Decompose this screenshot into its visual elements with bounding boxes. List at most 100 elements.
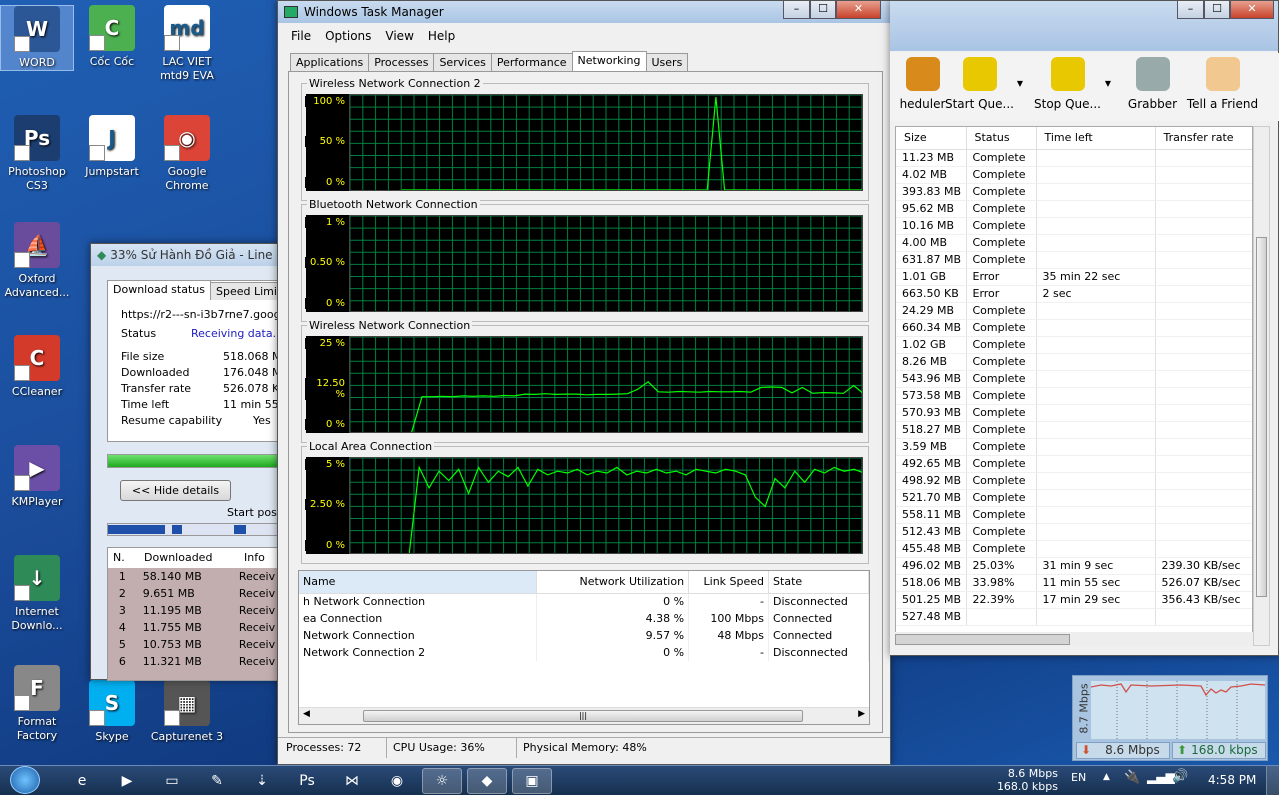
- vertical-scrollbar[interactable]: [1253, 126, 1270, 646]
- desktop-icon[interactable]: C Cốc Cốc: [75, 5, 149, 69]
- download-row[interactable]: 660.34 MB Complete: [896, 319, 1252, 337]
- taskbar-paint-icon[interactable]: ✎: [197, 768, 237, 794]
- language-indicator[interactable]: EN: [1071, 771, 1086, 784]
- download-row[interactable]: 663.50 KB Error 2 sec: [896, 285, 1252, 303]
- taskbar-ie-icon[interactable]: e: [62, 768, 102, 794]
- download-row[interactable]: 496.02 MB 25.03% 31 min 9 sec 239.30 KB/sec: [896, 557, 1252, 575]
- desktop-icon[interactable]: ▦ Capturenet 3: [150, 680, 224, 744]
- column-header[interactable]: Status: [966, 127, 1037, 150]
- volume-icon[interactable]: 🔊: [1172, 769, 1188, 784]
- download-row[interactable]: 512.43 MB Complete: [896, 523, 1252, 541]
- idm-maximize-button[interactable]: ☐: [1204, 1, 1230, 19]
- desktop-icon[interactable]: ⛵ Oxford Advanced...: [0, 222, 74, 300]
- desktop-icon[interactable]: W WORD: [0, 5, 74, 71]
- taskbar-coccoc-icon[interactable]: ☼: [422, 768, 462, 794]
- desktop-icon[interactable]: md LAC VIET mtd9 EVA: [150, 5, 224, 83]
- idm-close-button[interactable]: ✕: [1230, 1, 1274, 19]
- show-hidden-icons[interactable]: ▲: [1103, 772, 1110, 782]
- menu-view[interactable]: View: [385, 29, 413, 43]
- tab-download-status[interactable]: Download status: [107, 280, 211, 300]
- power-icon[interactable]: 🔌: [1124, 770, 1140, 785]
- download-row[interactable]: 521.70 MB Complete: [896, 489, 1252, 507]
- column-header[interactable]: Size: [896, 127, 967, 150]
- desktop-icon[interactable]: ◉ Google Chrome: [150, 115, 224, 193]
- download-row[interactable]: 543.96 MB Complete: [896, 370, 1252, 388]
- col-n[interactable]: N.: [108, 548, 138, 568]
- taskbar-idm-active-icon[interactable]: ◆: [467, 768, 507, 794]
- download-row[interactable]: 4.00 MB Complete: [896, 234, 1252, 252]
- connection-row[interactable]: 5 10.753 MB Receiv: [108, 636, 281, 653]
- dropdown-arrow-icon[interactable]: ▼: [1017, 79, 1023, 88]
- download-row[interactable]: 95.62 MB Complete: [896, 200, 1252, 218]
- desktop-icon[interactable]: J Jumpstart: [75, 115, 149, 179]
- download-row[interactable]: 10.16 MB Complete: [896, 217, 1252, 235]
- column-header[interactable]: Network Utilization: [536, 571, 690, 594]
- desktop-icon[interactable]: S Skype: [75, 680, 149, 744]
- col-downloaded[interactable]: Downloaded: [138, 548, 238, 568]
- show-desktop-button[interactable]: [1266, 766, 1279, 795]
- connection-row[interactable]: 2 9.651 MB Receiv: [108, 585, 281, 602]
- download-row[interactable]: 631.87 MB Complete: [896, 251, 1252, 269]
- connection-row[interactable]: 4 11.755 MB Receiv: [108, 619, 281, 636]
- close-button[interactable]: ✕: [836, 1, 881, 19]
- download-row[interactable]: 573.58 MB Complete: [896, 387, 1252, 405]
- download-row[interactable]: 518.27 MB Complete: [896, 421, 1252, 439]
- taskbar-photoshop-icon[interactable]: Ps: [287, 768, 327, 794]
- network-signal-icon[interactable]: ▂▄▆: [1147, 770, 1175, 784]
- column-header[interactable]: State: [768, 571, 869, 594]
- maximize-button[interactable]: ☐: [810, 1, 836, 19]
- connection-row[interactable]: 6 11.321 MB Receiv: [108, 653, 281, 670]
- download-row[interactable]: 24.29 MB Complete: [896, 302, 1252, 320]
- download-row[interactable]: 4.02 MB Complete: [896, 166, 1252, 184]
- toolbar-button[interactable]: Grabber: [1115, 53, 1190, 111]
- horizontal-scrollbar[interactable]: ◀ ||| ▶: [299, 707, 869, 724]
- download-row[interactable]: 11.23 MB Complete: [896, 149, 1252, 167]
- taskbar-explorer-icon[interactable]: ▭: [152, 768, 192, 794]
- col-info[interactable]: Info: [238, 548, 265, 568]
- taskbar-idm-icon[interactable]: ⇣: [242, 768, 282, 794]
- menu-file[interactable]: File: [291, 29, 311, 43]
- column-header[interactable]: Transfer rate: [1155, 127, 1252, 150]
- tab-processes[interactable]: Processes: [368, 53, 435, 71]
- desktop-icon[interactable]: C CCleaner: [0, 335, 74, 399]
- taskbar-capture-icon[interactable]: ▣: [512, 768, 552, 794]
- download-row[interactable]: 3.59 MB Complete: [896, 438, 1252, 456]
- desktop-icon[interactable]: Ps Photoshop CS3: [0, 115, 74, 193]
- clock[interactable]: 4:58 PM: [1208, 773, 1256, 787]
- toolbar-button[interactable]: Tell a Friend: [1185, 53, 1260, 111]
- download-row[interactable]: 1.02 GB Complete: [896, 336, 1252, 354]
- tab-performance[interactable]: Performance: [490, 53, 573, 71]
- dialog-title-bar[interactable]: ◆ 33% Sử Hành Đồ Giả - Line Wa: [91, 244, 295, 266]
- taskbar-chrome-icon[interactable]: ◉: [377, 768, 417, 794]
- scrollbar-thumb[interactable]: |||: [363, 710, 803, 722]
- taskbar-media-icon[interactable]: ▶: [107, 768, 147, 794]
- toolbar-button[interactable]: Start Que... ▼: [942, 53, 1023, 111]
- tab-applications[interactable]: Applications: [290, 53, 370, 71]
- idm-minimize-button[interactable]: –: [1177, 1, 1204, 19]
- hide-details-button[interactable]: << Hide details: [120, 480, 231, 501]
- tab-networking[interactable]: Networking: [571, 51, 647, 71]
- scroll-left-icon[interactable]: ◀: [303, 709, 310, 719]
- desktop-icon[interactable]: ▶ KMPlayer: [0, 445, 74, 509]
- minimize-button[interactable]: –: [783, 1, 810, 19]
- desktop-icon[interactable]: ↓ Internet Downlo...: [0, 555, 74, 633]
- start-button[interactable]: [10, 766, 40, 794]
- download-row[interactable]: 527.48 MB: [896, 608, 1252, 626]
- tab-users[interactable]: Users: [645, 53, 689, 71]
- column-header[interactable]: Link Speed: [688, 571, 770, 594]
- connection-row[interactable]: 3 11.195 MB Receiv: [108, 602, 281, 619]
- dropdown-arrow-icon[interactable]: ▼: [1105, 79, 1111, 88]
- connection-row[interactable]: 1 58.140 MB Receiv: [108, 568, 281, 585]
- scroll-right-icon[interactable]: ▶: [858, 709, 865, 719]
- scrollbar-thumb[interactable]: [1256, 237, 1267, 597]
- download-row[interactable]: 8.26 MB Complete: [896, 353, 1252, 371]
- menu-help[interactable]: Help: [428, 29, 455, 43]
- column-header[interactable]: Name: [299, 571, 538, 594]
- toolbar-button[interactable]: Stop Que... ▼: [1030, 53, 1111, 111]
- download-row[interactable]: 501.25 MB 22.39% 17 min 29 sec 356.43 KB/se…: [896, 591, 1252, 609]
- adapter-row[interactable]: h Network Connection 0 % - Disconnected: [299, 593, 869, 610]
- desktop-icon[interactable]: F Format Factory: [0, 665, 74, 743]
- horizontal-scrollbar[interactable]: [895, 632, 1253, 647]
- taskbar-kmplayer-icon[interactable]: ⋈: [332, 768, 372, 794]
- download-row[interactable]: 1.01 GB Error 35 min 22 sec: [896, 268, 1252, 286]
